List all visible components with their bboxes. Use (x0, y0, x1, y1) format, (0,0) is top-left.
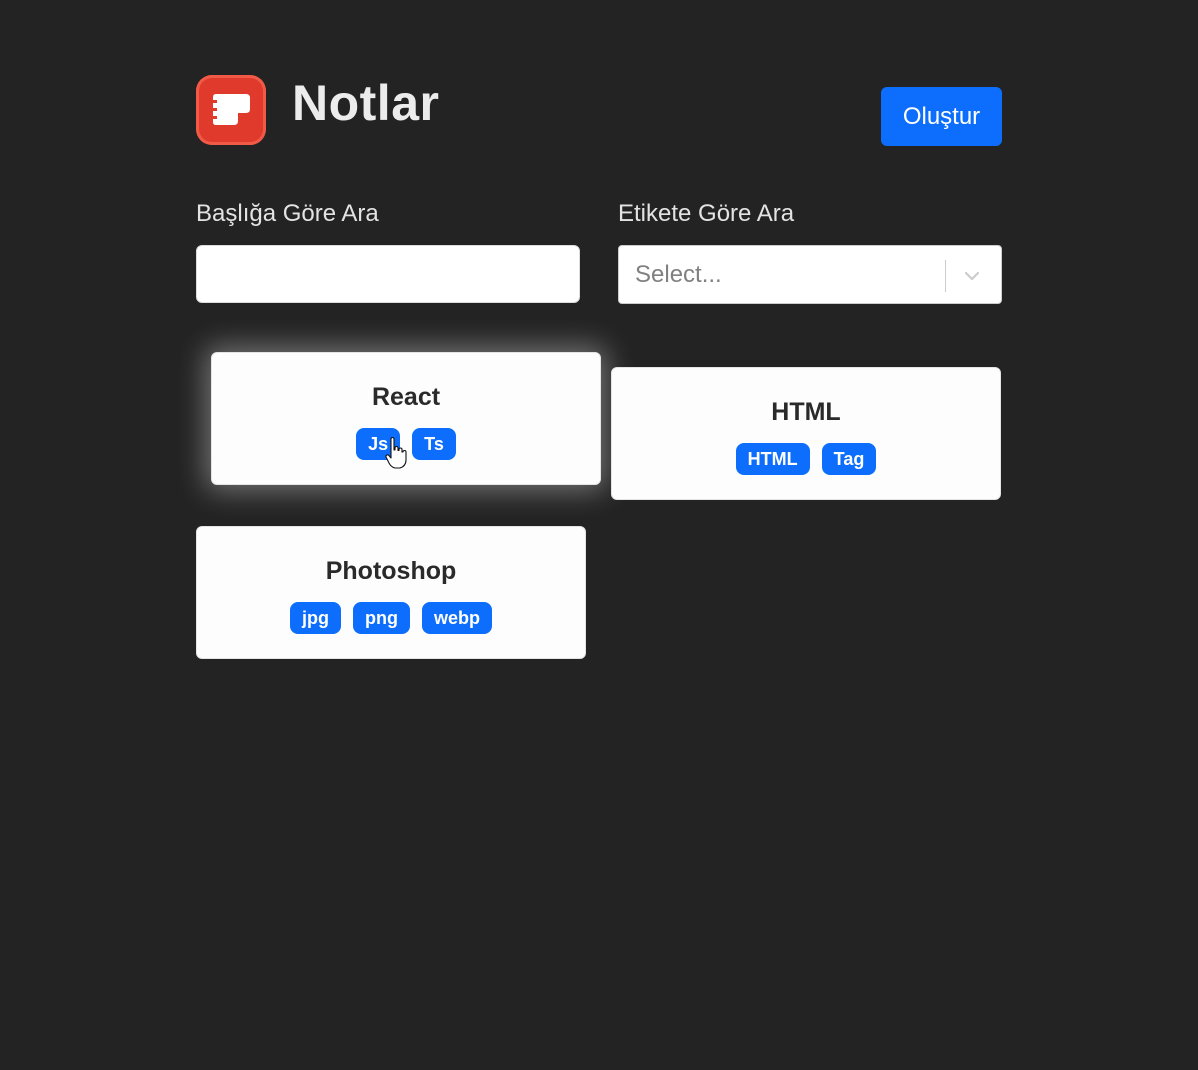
note-title: HTML (771, 398, 841, 426)
notes-logo-icon (196, 75, 266, 145)
title-search-input[interactable] (196, 245, 580, 303)
app-title: Notlar (292, 75, 440, 131)
note-title: Photoshop (325, 557, 457, 585)
note-card[interactable]: HTML HTML Tag (611, 367, 1001, 500)
note-tags: HTML Tag (612, 443, 1000, 475)
create-note-button[interactable]: Oluştur (881, 87, 1002, 146)
tag-badge: Tag (821, 443, 877, 475)
tag-badge: Ts (412, 428, 456, 460)
tag-select[interactable]: Select... (618, 245, 1002, 304)
chevron-down-icon[interactable] (962, 266, 982, 291)
tag-badge: HTML (735, 443, 810, 475)
tag-badge: png (352, 602, 410, 634)
note-title: React (371, 383, 441, 411)
tag-badge: webp (421, 602, 492, 634)
note-card[interactable]: Photoshop jpg png webp (196, 526, 586, 659)
page-container: Notlar Oluştur Başlığa Göre Ara Etikete … (196, 0, 1002, 1070)
hand-pointer-icon (385, 436, 407, 476)
tag-search-label: Etikete Göre Ara (618, 200, 795, 227)
tag-badge: jpg (289, 602, 341, 634)
tag-select-separator (945, 260, 946, 292)
note-tags: jpg png webp (197, 602, 585, 634)
tag-select-placeholder: Select... (635, 261, 722, 288)
title-search-label: Başlığa Göre Ara (196, 200, 379, 227)
